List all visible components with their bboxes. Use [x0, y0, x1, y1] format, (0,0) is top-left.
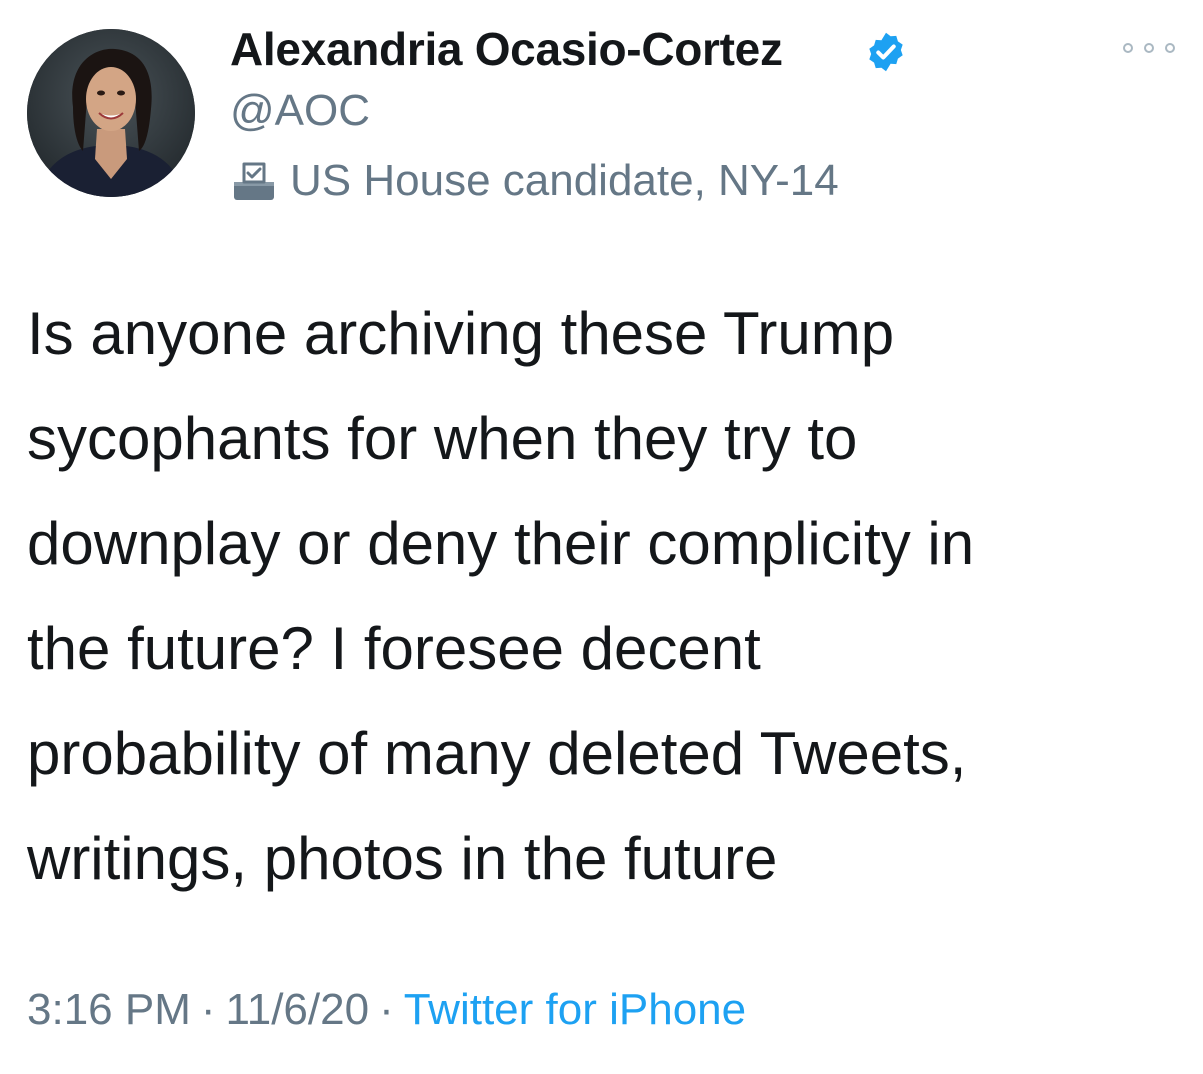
avatar[interactable] [27, 29, 195, 197]
meta-separator: · [379, 985, 394, 1034]
author-label: US House candidate, NY-14 [290, 156, 839, 205]
tweet-text-line: probability of many deleted Tweets, [27, 720, 967, 787]
tweet-text: Is anyone archiving these Trump sycophan… [27, 281, 1187, 911]
author-name[interactable]: Alexandria Ocasio-Cortez [230, 22, 783, 76]
tweet-text-line: downplay or deny their complicity in [27, 510, 975, 577]
tweet-text-line: sycophants for when they try to [27, 405, 858, 472]
verified-badge-icon [869, 32, 903, 72]
tweet-metadata: 3:16 PM · 11/6/20 · Twitter for iPhone [27, 985, 746, 1035]
author-handle[interactable]: @AOC [230, 86, 370, 136]
meta-separator: · [200, 985, 216, 1034]
tweet-time[interactable]: 3:16 PM [27, 985, 191, 1034]
tweet-date[interactable]: 11/6/20 [226, 985, 370, 1034]
tweet-text-line: Is anyone archiving these Trump [27, 300, 895, 367]
tweet-text-line: writings, photos in the future [27, 825, 778, 892]
tweet-card: Alexandria Ocasio-Cortez @AOC US House c… [0, 0, 1203, 1074]
avatar-photo [27, 29, 195, 197]
ballot-box-icon [234, 162, 274, 200]
tweet-source-link[interactable]: Twitter for iPhone [404, 985, 746, 1034]
more-options-icon[interactable] [1118, 38, 1180, 58]
tweet-text-line: the future? I foresee decent [27, 615, 761, 682]
